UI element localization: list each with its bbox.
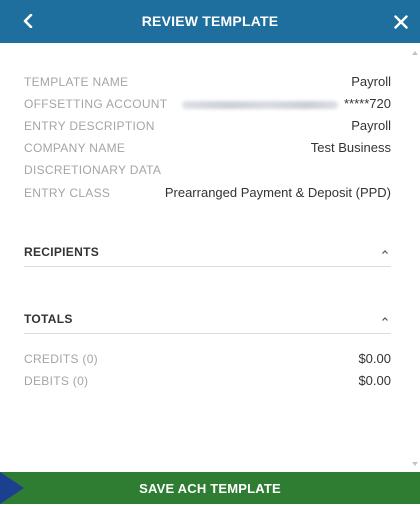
credits-value: $0.00 <box>358 351 391 366</box>
template-name-value: Payroll <box>351 74 391 89</box>
close-button[interactable] <box>390 11 412 33</box>
totals-section-header[interactable]: TOTALS <box>24 307 391 334</box>
modal-header: REVIEW TEMPLATE <box>0 0 420 43</box>
field-label: DISCRETIONARY DATA <box>24 163 162 177</box>
field-label: ENTRY CLASS <box>24 186 111 200</box>
scroll-down-arrow-icon[interactable] <box>412 462 418 466</box>
field-label: COMPANY NAME <box>24 141 126 155</box>
field-label: OFFSETTING ACCOUNT <box>24 97 168 111</box>
section-title: RECIPIENTS <box>24 245 100 259</box>
field-label: ENTRY DESCRIPTION <box>24 119 155 133</box>
recipients-section-header[interactable]: RECIPIENTS <box>24 240 391 267</box>
review-content: TEMPLATE NAME Payroll OFFSETTING ACCOUNT… <box>0 43 410 472</box>
entry-class-value: Prearranged Payment & Deposit (PPD) <box>164 185 391 200</box>
redacted-account-name <box>182 100 338 109</box>
field-label: TEMPLATE NAME <box>24 75 129 89</box>
scrollbar[interactable] <box>410 43 420 472</box>
field-label: DEBITS (0) <box>24 374 89 388</box>
template-name-row: TEMPLATE NAME Payroll <box>24 72 391 92</box>
debits-value: $0.00 <box>358 373 391 388</box>
offsetting-account-value: *****720 <box>344 96 391 111</box>
company-name-value: Test Business <box>310 140 391 155</box>
chevron-up-icon <box>382 250 388 254</box>
save-ach-template-button[interactable]: SAVE ACH TEMPLATE <box>0 472 420 504</box>
credits-row: CREDITS (0) $0.00 <box>24 349 391 369</box>
debits-row: DEBITS (0) $0.00 <box>24 371 391 391</box>
entry-description-value: Payroll <box>351 118 391 133</box>
offsetting-account-row: OFFSETTING ACCOUNT *****720 <box>24 94 391 114</box>
offsetting-account-value-wrap: *****720 <box>182 94 391 114</box>
entry-description-row: ENTRY DESCRIPTION Payroll <box>24 116 391 136</box>
section-title: TOTALS <box>24 312 73 326</box>
field-label: CREDITS (0) <box>24 352 98 366</box>
chevron-up-icon <box>382 317 388 321</box>
company-name-row: COMPANY NAME Test Business <box>24 138 391 158</box>
save-button-label: SAVE ACH TEMPLATE <box>139 481 281 496</box>
discretionary-data-row: DISCRETIONARY DATA <box>24 160 391 180</box>
close-icon <box>394 15 408 29</box>
page-title: REVIEW TEMPLATE <box>141 13 279 29</box>
entry-class-row: ENTRY CLASS Prearranged Payment & Deposi… <box>24 183 391 203</box>
scroll-up-arrow-icon[interactable] <box>412 51 418 55</box>
